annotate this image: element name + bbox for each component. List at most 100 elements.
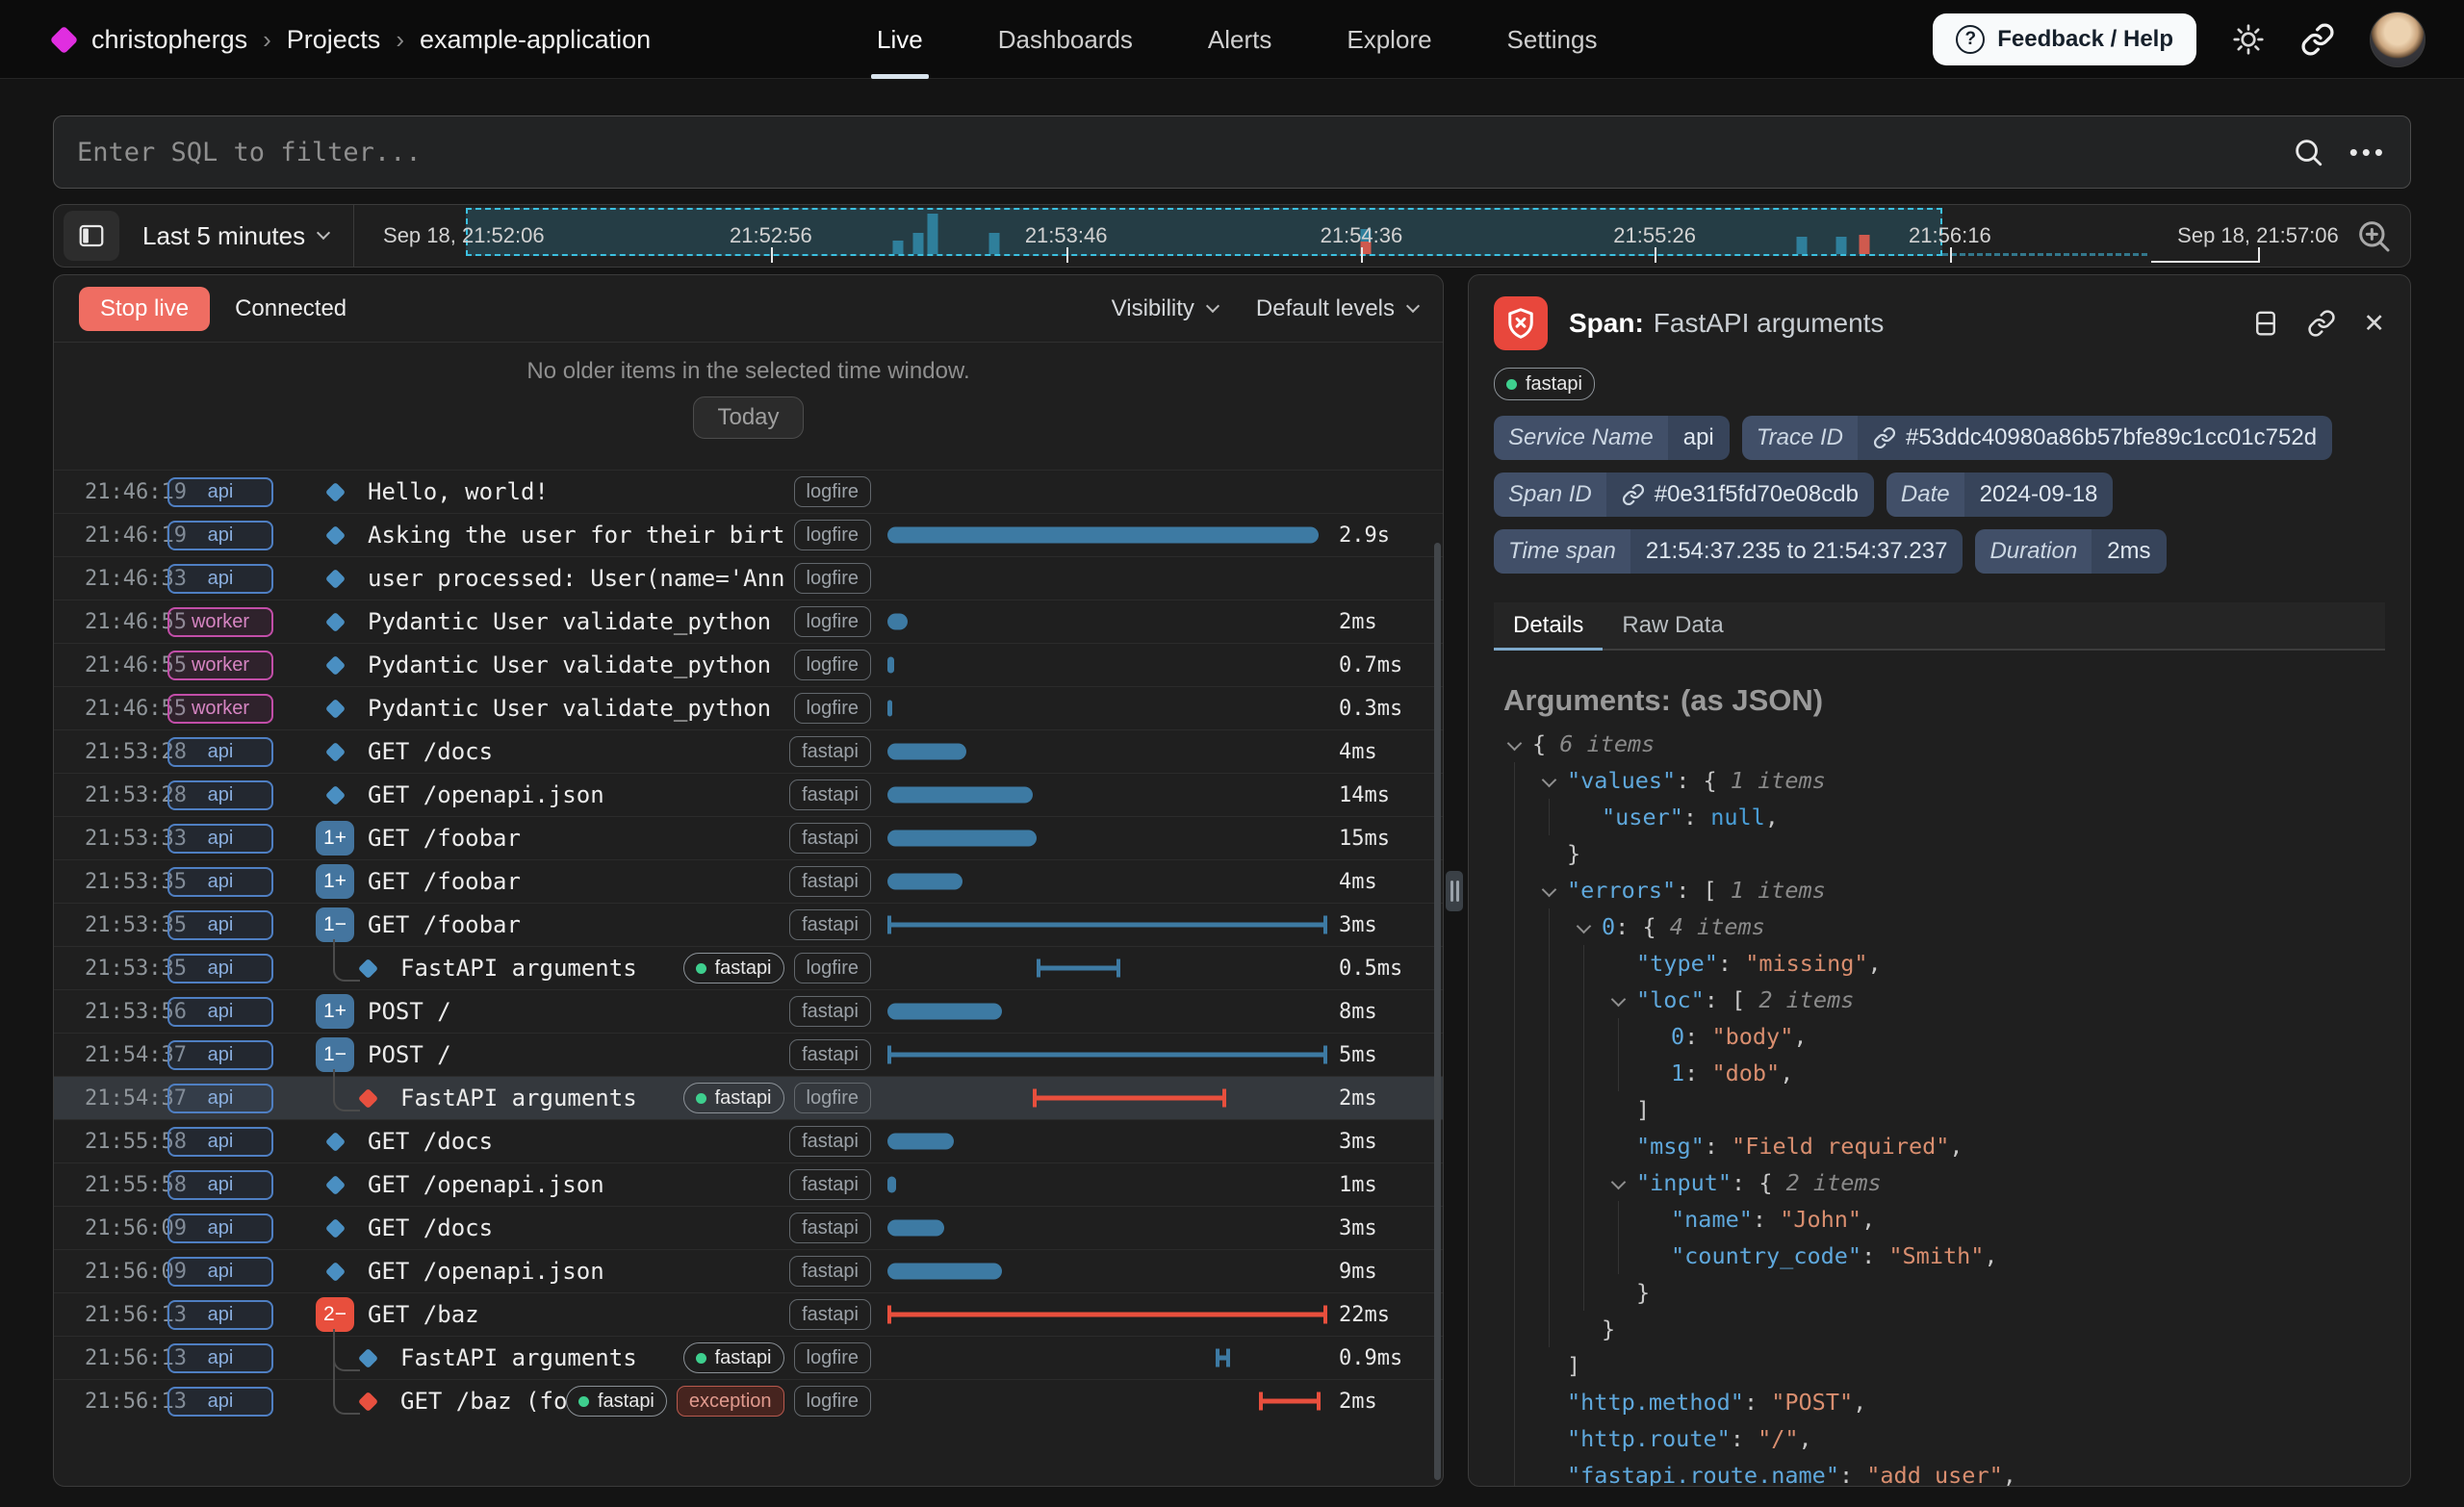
trace-row[interactable]: 21:56:13apiFastAPI argumentsfastapilogfi… bbox=[54, 1336, 1443, 1379]
trace-row[interactable]: 21:54:37apiFastAPI argumentsfastapilogfi… bbox=[54, 1076, 1443, 1119]
tag-pill-fastapi[interactable]: fastapi bbox=[566, 1386, 667, 1417]
filter-more-options-icon[interactable]: ••• bbox=[2349, 138, 2387, 167]
scrollbar-thumb[interactable] bbox=[1434, 543, 1441, 1480]
expand-collapse-badge[interactable]: 1− bbox=[316, 907, 354, 942]
json-toggle-chevron[interactable] bbox=[1577, 918, 1592, 933]
theme-toggle-icon[interactable] bbox=[2231, 22, 2266, 57]
tag-pill-fastapi[interactable]: fastapi bbox=[789, 866, 871, 897]
feedback-help-button[interactable]: ? Feedback / Help bbox=[1933, 13, 2196, 65]
trace-row[interactable]: 21:53:28apiGET /docsfastapi4ms bbox=[54, 729, 1443, 773]
tag-pill-fastapi[interactable]: fastapi bbox=[789, 1256, 871, 1287]
search-icon[interactable] bbox=[2292, 136, 2324, 168]
row-duration-bar-col bbox=[887, 1163, 1327, 1206]
trace-row[interactable]: 21:56:09apiGET /docsfastapi3ms bbox=[54, 1206, 1443, 1249]
today-button[interactable]: Today bbox=[693, 396, 803, 439]
tag-pill-fastapi[interactable]: fastapi bbox=[683, 953, 784, 983]
trace-row[interactable]: 21:53:28apiGET /openapi.jsonfastapi14ms bbox=[54, 773, 1443, 816]
timeline-selection[interactable] bbox=[466, 208, 1942, 256]
trace-row[interactable]: 21:54:37api1−POST /fastapi5ms bbox=[54, 1033, 1443, 1076]
copy-link-icon[interactable] bbox=[2307, 309, 2336, 338]
tag-pill-fastapi[interactable]: fastapi bbox=[1494, 368, 1595, 400]
tag-pill-logfire[interactable]: logfire bbox=[794, 1083, 871, 1113]
tag-pill-fastapi[interactable]: fastapi bbox=[789, 1126, 871, 1157]
nav-item-dashboards[interactable]: Dashboards bbox=[992, 0, 1139, 79]
tag-pill-fastapi[interactable]: fastapi bbox=[789, 823, 871, 854]
tag-pill-logfire[interactable]: logfire bbox=[794, 1342, 871, 1373]
json-indent-guide bbox=[1514, 1018, 1515, 1055]
trace-row[interactable]: 21:53:35api1+GET /foobarfastapi4ms bbox=[54, 859, 1443, 903]
tag-pill-logfire[interactable]: logfire bbox=[794, 563, 871, 594]
trace-row[interactable]: 21:55:58apiGET /docsfastapi3ms bbox=[54, 1119, 1443, 1162]
tag-pill-logfire[interactable]: logfire bbox=[794, 520, 871, 550]
tag-pill-logfire[interactable]: logfire bbox=[794, 693, 871, 724]
trace-row[interactable]: 21:53:33api1+GET /foobarfastapi15ms bbox=[54, 816, 1443, 859]
breadcrumb-org[interactable]: christophergs bbox=[91, 25, 247, 55]
trace-row[interactable]: 21:46:19apiHello, world!logfire bbox=[54, 470, 1443, 513]
stop-live-button[interactable]: Stop live bbox=[79, 287, 210, 331]
tag-pill-fastapi[interactable]: fastapi bbox=[683, 1342, 784, 1373]
tag-pill-fastapi[interactable]: fastapi bbox=[789, 909, 871, 940]
trace-row[interactable]: 21:53:56api1+POST /fastapi8ms bbox=[54, 989, 1443, 1033]
tag-pill-logfire[interactable]: logfire bbox=[794, 1386, 871, 1417]
trace-row[interactable]: 21:56:13apiGET /baz (fofastapiexceptionl… bbox=[54, 1379, 1443, 1422]
timeline-zoom-in-icon[interactable] bbox=[2354, 217, 2393, 255]
breadcrumb-projects[interactable]: Projects bbox=[287, 25, 381, 55]
sidebar-toggle-button[interactable] bbox=[64, 211, 119, 261]
trace-row[interactable]: 21:53:35apiFastAPI argumentsfastapilogfi… bbox=[54, 946, 1443, 989]
tag-pill-logfire[interactable]: logfire bbox=[794, 650, 871, 680]
trace-row[interactable]: 21:56:13api2−GET /bazfastapi22ms bbox=[54, 1292, 1443, 1336]
tag-pill-fastapi[interactable]: fastapi bbox=[683, 1083, 784, 1113]
trace-row[interactable]: 21:46:19apiAsking the user for their bir… bbox=[54, 513, 1443, 556]
trace-row[interactable]: 21:46:33apiuser processed: User(name='An… bbox=[54, 556, 1443, 600]
meta-chip-span-id[interactable]: Span ID#0e31f5fd70e08cdb bbox=[1494, 473, 1874, 517]
json-comma: , bbox=[1984, 1242, 1997, 1269]
expand-collapse-badge[interactable]: 1− bbox=[316, 1037, 354, 1072]
json-toggle-chevron[interactable] bbox=[1611, 991, 1627, 1007]
meta-chip-trace-id[interactable]: Trace ID#53ddc40980a86b57bfe89c1cc01c752… bbox=[1742, 416, 2332, 460]
json-toggle-chevron[interactable] bbox=[1507, 735, 1523, 751]
trace-row[interactable]: 21:46:55workerPydantic User validate_pyt… bbox=[54, 686, 1443, 729]
panel-resize-handle[interactable] bbox=[1446, 871, 1463, 911]
tab-raw-data[interactable]: Raw Data bbox=[1603, 602, 1742, 649]
default-levels-dropdown[interactable]: Default levels bbox=[1256, 295, 1418, 322]
tag-pill-fastapi[interactable]: fastapi bbox=[789, 1299, 871, 1330]
tag-pill-fastapi[interactable]: fastapi bbox=[789, 779, 871, 810]
time-range-dropdown[interactable]: Last 5 minutes bbox=[142, 221, 328, 251]
expand-collapse-badge[interactable]: 1+ bbox=[316, 864, 354, 899]
json-toggle-chevron[interactable] bbox=[1611, 1174, 1627, 1189]
expand-collapse-badge[interactable]: 1+ bbox=[316, 994, 354, 1029]
expand-collapse-badge[interactable]: 2− bbox=[316, 1297, 354, 1332]
visibility-dropdown[interactable]: Visibility bbox=[1112, 295, 1218, 322]
panel-layout-icon[interactable] bbox=[2251, 309, 2280, 338]
sql-filter-input[interactable] bbox=[77, 138, 2292, 167]
user-avatar[interactable] bbox=[2370, 12, 2426, 67]
share-link-icon[interactable] bbox=[2300, 22, 2335, 57]
expand-collapse-badge[interactable]: 1+ bbox=[316, 821, 354, 856]
tag-pill-fastapi[interactable]: fastapi bbox=[789, 1039, 871, 1070]
tag-pill-logfire[interactable]: logfire bbox=[794, 606, 871, 637]
tab-details[interactable]: Details bbox=[1494, 602, 1603, 649]
tag-pill-exception[interactable]: exception bbox=[677, 1386, 784, 1417]
trace-row[interactable]: 21:46:55workerPydantic User validate_pyt… bbox=[54, 643, 1443, 686]
logfire-logo-icon[interactable] bbox=[50, 25, 79, 54]
trace-row[interactable]: 21:56:09apiGET /openapi.jsonfastapi9ms bbox=[54, 1249, 1443, 1292]
json-toggle-chevron[interactable] bbox=[1542, 881, 1557, 897]
nav-item-alerts[interactable]: Alerts bbox=[1202, 0, 1277, 79]
trace-row[interactable]: 21:55:58apiGET /openapi.jsonfastapi1ms bbox=[54, 1162, 1443, 1206]
tag-pill-logfire[interactable]: logfire bbox=[794, 953, 871, 983]
nav-item-settings[interactable]: Settings bbox=[1502, 0, 1604, 79]
json-indent-guide bbox=[1514, 799, 1515, 835]
nav-item-live[interactable]: Live bbox=[871, 0, 929, 79]
breadcrumb-project-name[interactable]: example-application bbox=[420, 25, 651, 55]
tag-pill-fastapi[interactable]: fastapi bbox=[789, 1213, 871, 1243]
tag-pill-fastapi[interactable]: fastapi bbox=[789, 736, 871, 767]
activity-timeline[interactable]: Sep 18, 21:52:0621:52:5621:53:4621:54:36… bbox=[360, 205, 2335, 267]
tag-pill-fastapi[interactable]: fastapi bbox=[789, 996, 871, 1027]
tag-pill-logfire[interactable]: logfire bbox=[794, 476, 871, 507]
trace-row[interactable]: 21:53:35api1−GET /foobarfastapi3ms bbox=[54, 903, 1443, 946]
tag-pill-fastapi[interactable]: fastapi bbox=[789, 1169, 871, 1200]
trace-row[interactable]: 21:46:55workerPydantic User validate_pyt… bbox=[54, 600, 1443, 643]
close-icon[interactable]: ✕ bbox=[2363, 309, 2385, 339]
json-toggle-chevron[interactable] bbox=[1542, 772, 1557, 787]
nav-item-explore[interactable]: Explore bbox=[1341, 0, 1437, 79]
